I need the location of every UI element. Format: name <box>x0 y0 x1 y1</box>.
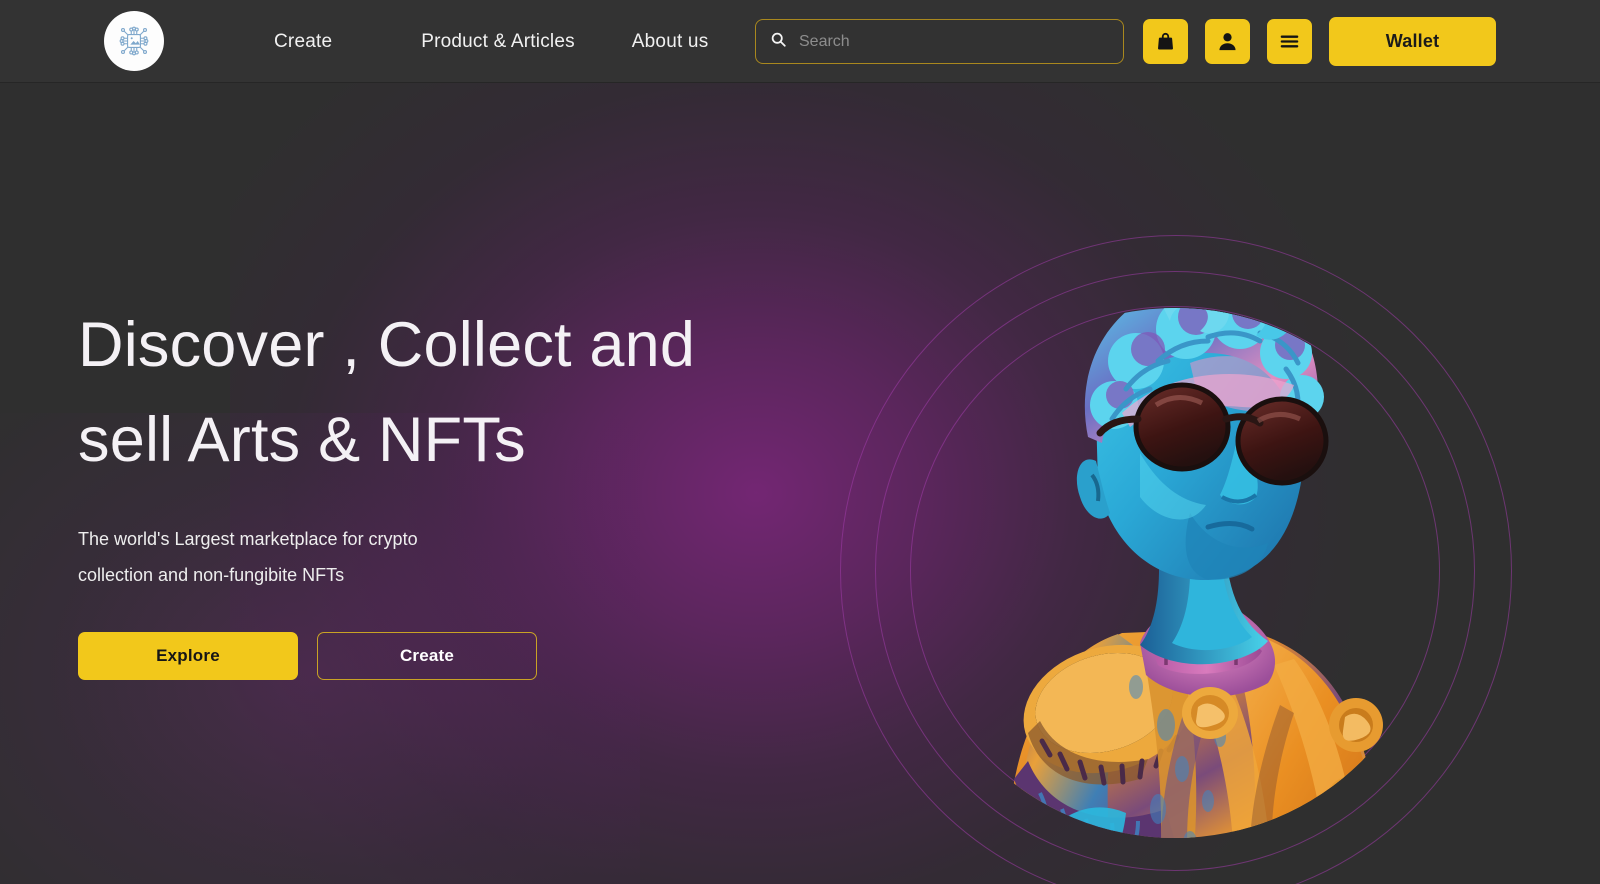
hamburger-menu-icon <box>1278 30 1301 53</box>
menu-button[interactable] <box>1267 19 1312 64</box>
hero-section: Discover , Collect and sell Arts & NFTs … <box>0 83 1600 884</box>
hero-copy: Discover , Collect and sell Arts & NFTs … <box>78 83 838 680</box>
page-title: Discover , Collect and sell Arts & NFTs <box>78 310 696 475</box>
search-box[interactable] <box>755 19 1124 64</box>
explore-button[interactable]: Explore <box>78 632 298 680</box>
site-logo[interactable] <box>104 11 164 71</box>
hero-artwork <box>890 213 1470 884</box>
nav-item-create[interactable]: Create <box>274 31 332 53</box>
user-icon <box>1216 30 1239 53</box>
search-input[interactable] <box>799 20 1109 63</box>
create-button[interactable]: Create <box>317 632 537 680</box>
search-icon <box>770 31 787 53</box>
hero-subtitle: The world's Largest marketplace for cryp… <box>78 529 418 585</box>
wallet-button[interactable]: Wallet <box>1329 17 1496 66</box>
account-button[interactable] <box>1205 19 1250 64</box>
hero-action-buttons: Explore Create <box>78 632 838 680</box>
shopping-bag-button[interactable] <box>1143 19 1188 64</box>
main-navigation: Create Product & Articles About us <box>274 0 708 83</box>
nav-item-product-articles[interactable]: Product & Articles <box>421 31 575 53</box>
nav-item-about-us[interactable]: About us <box>632 31 709 53</box>
circuit-chip-image-icon <box>112 19 156 63</box>
site-header: Create Product & Articles About us Searc… <box>0 0 1600 83</box>
shopping-bag-icon <box>1154 30 1177 53</box>
